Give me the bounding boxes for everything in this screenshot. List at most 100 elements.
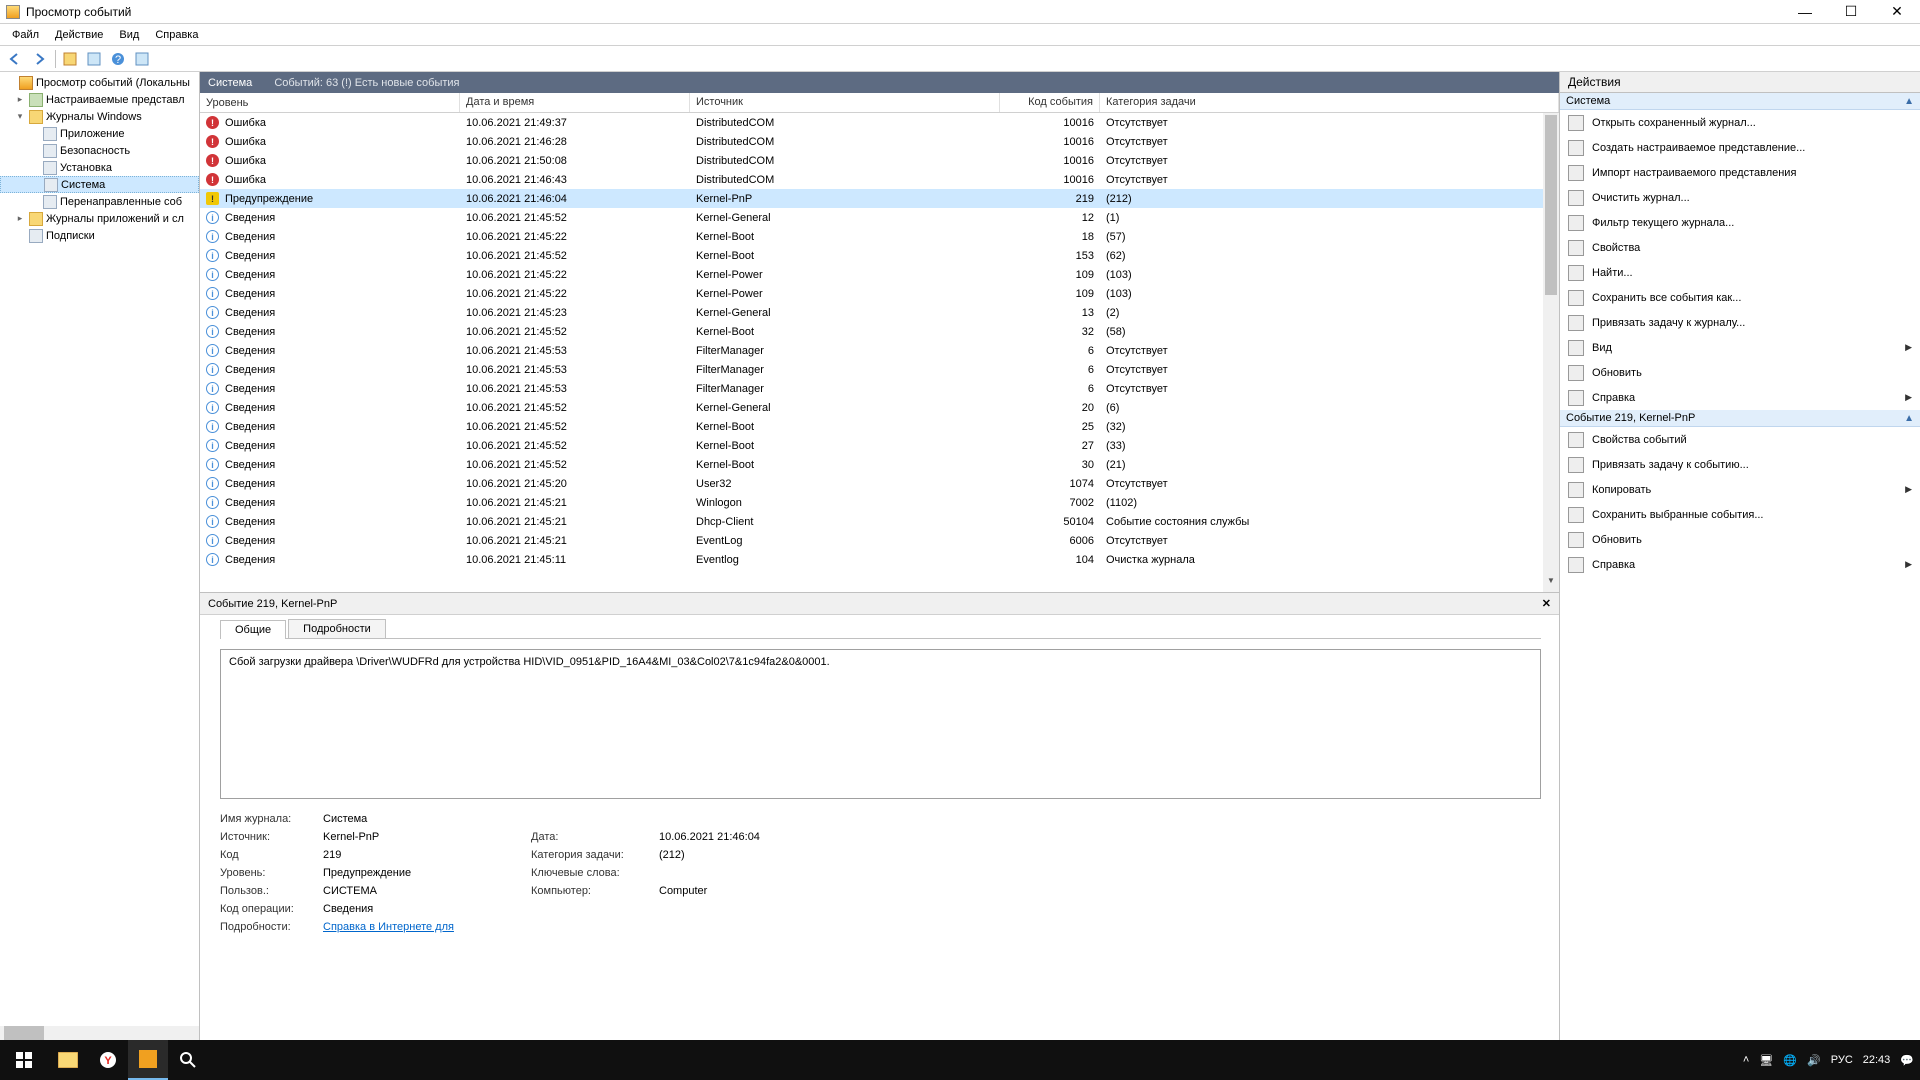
tray-chevron-icon[interactable]: ˄ <box>1743 1054 1749 1066</box>
event-row[interactable]: iСведения10.06.2021 21:45:52Kernel-Boot3… <box>200 322 1559 341</box>
log-icon <box>29 229 43 243</box>
detail-close-icon[interactable]: ✕ <box>1542 597 1551 610</box>
tab-general[interactable]: Общие <box>220 620 286 639</box>
action-item[interactable]: Фильтр текущего журнала... <box>1560 210 1920 235</box>
event-row[interactable]: iСведения10.06.2021 21:45:53FilterManage… <box>200 360 1559 379</box>
event-row[interactable]: iСведения10.06.2021 21:45:21EventLog6006… <box>200 531 1559 550</box>
menu-help[interactable]: Справка <box>147 27 206 43</box>
action-icon <box>1568 340 1584 356</box>
tray-lang[interactable]: РУС <box>1831 1054 1853 1066</box>
action-item[interactable]: Импорт настраиваемого представления <box>1560 160 1920 185</box>
tray-network-icon[interactable]: 🌐 <box>1783 1054 1797 1067</box>
start-button[interactable] <box>0 1040 48 1080</box>
tree-application[interactable]: Приложение <box>0 125 199 142</box>
event-row[interactable]: iСведения10.06.2021 21:45:11Eventlog104О… <box>200 550 1559 569</box>
action-item[interactable]: Привязать задачу к журналу... <box>1560 310 1920 335</box>
event-row[interactable]: iСведения10.06.2021 21:45:52Kernel-Boot1… <box>200 246 1559 265</box>
task-yandex-icon[interactable]: Y <box>88 1040 128 1080</box>
tree-root[interactable]: Просмотр событий (Локальны <box>0 74 199 91</box>
event-row[interactable]: iСведения10.06.2021 21:45:22Kernel-Power… <box>200 284 1559 303</box>
tray-monitor-icon[interactable]: 🖥 <box>1759 1054 1773 1067</box>
action-item[interactable]: Обновить <box>1560 527 1920 552</box>
event-row[interactable]: iСведения10.06.2021 21:45:22Kernel-Boot1… <box>200 227 1559 246</box>
event-row[interactable]: iСведения10.06.2021 21:45:52Kernel-Boot3… <box>200 455 1559 474</box>
log-icon <box>43 195 57 209</box>
tree-windows-logs[interactable]: ▾Журналы Windows <box>0 108 199 125</box>
tray-notifications-icon[interactable]: 💬 <box>1900 1054 1914 1067</box>
event-row[interactable]: iСведения10.06.2021 21:45:53FilterManage… <box>200 379 1559 398</box>
tb-show-tree-icon[interactable] <box>59 48 81 70</box>
back-button[interactable] <box>4 48 26 70</box>
event-row[interactable]: !Ошибка10.06.2021 21:46:43DistributedCOM… <box>200 170 1559 189</box>
tray-time[interactable]: 22:43 <box>1863 1054 1891 1066</box>
event-row[interactable]: !Ошибка10.06.2021 21:50:08DistributedCOM… <box>200 151 1559 170</box>
action-item[interactable]: Очистить журнал... <box>1560 185 1920 210</box>
action-item[interactable]: Обновить <box>1560 360 1920 385</box>
event-row[interactable]: iСведения10.06.2021 21:45:53FilterManage… <box>200 341 1559 360</box>
action-item[interactable]: Справка▶ <box>1560 552 1920 577</box>
event-v-scrollbar[interactable]: ▲▼ <box>1543 113 1559 592</box>
action-item[interactable]: Свойства событий <box>1560 427 1920 452</box>
menubar: Файл Действие Вид Справка <box>0 24 1920 46</box>
action-item[interactable]: Справка▶ <box>1560 385 1920 410</box>
tray-volume-icon[interactable]: 🔊 <box>1807 1054 1821 1067</box>
action-item[interactable]: Создать настраиваемое представление... <box>1560 135 1920 160</box>
col-level[interactable]: Уровень <box>200 93 460 112</box>
minimize-button[interactable]: — <box>1782 0 1828 24</box>
event-row[interactable]: !Ошибка10.06.2021 21:46:28DistributedCOM… <box>200 132 1559 151</box>
info-icon: i <box>206 363 219 376</box>
action-item[interactable]: Привязать задачу к событию... <box>1560 452 1920 477</box>
tb-panel2-icon[interactable] <box>131 48 153 70</box>
log-icon <box>43 127 57 141</box>
lbl-level: Уровень: <box>220 867 315 879</box>
maximize-button[interactable]: ☐ <box>1828 0 1874 24</box>
tree-setup[interactable]: Установка <box>0 159 199 176</box>
tree-security[interactable]: Безопасность <box>0 142 199 159</box>
event-row[interactable]: iСведения10.06.2021 21:45:22Kernel-Power… <box>200 265 1559 284</box>
tree-forwarded[interactable]: Перенаправленные соб <box>0 193 199 210</box>
action-item[interactable]: Вид▶ <box>1560 335 1920 360</box>
action-item[interactable]: Свойства <box>1560 235 1920 260</box>
event-row[interactable]: !Ошибка10.06.2021 21:49:37DistributedCOM… <box>200 113 1559 132</box>
action-item[interactable]: Сохранить все события как... <box>1560 285 1920 310</box>
menu-view[interactable]: Вид <box>111 27 147 43</box>
event-row[interactable]: iСведения10.06.2021 21:45:52Kernel-Gener… <box>200 208 1559 227</box>
tab-details[interactable]: Подробности <box>288 619 386 638</box>
detail-help-link[interactable]: Справка в Интернете для <box>323 921 523 933</box>
task-explorer-icon[interactable] <box>48 1040 88 1080</box>
event-row[interactable]: iСведения10.06.2021 21:45:52Kernel-Boot2… <box>200 436 1559 455</box>
collapse-icon[interactable]: ▲ <box>1904 96 1914 107</box>
lbl-code: Код <box>220 849 315 861</box>
event-row[interactable]: iСведения10.06.2021 21:45:20User321074От… <box>200 474 1559 493</box>
tb-help-icon[interactable]: ? <box>107 48 129 70</box>
collapse-icon[interactable]: ▲ <box>1904 413 1914 424</box>
close-button[interactable]: ✕ <box>1874 0 1920 24</box>
tree-custom-views[interactable]: ▸Настраиваемые представл <box>0 91 199 108</box>
info-icon: i <box>206 420 219 433</box>
action-item[interactable]: Открыть сохраненный журнал... <box>1560 110 1920 135</box>
menu-action[interactable]: Действие <box>47 27 111 43</box>
action-item[interactable]: Найти... <box>1560 260 1920 285</box>
event-row[interactable]: iСведения10.06.2021 21:45:21Dhcp-Client5… <box>200 512 1559 531</box>
menu-file[interactable]: Файл <box>4 27 47 43</box>
tree-system[interactable]: Система <box>0 176 199 193</box>
tree-h-scrollbar[interactable] <box>0 1026 199 1040</box>
forward-button[interactable] <box>28 48 50 70</box>
event-row[interactable]: !Предупреждение10.06.2021 21:46:04Kernel… <box>200 189 1559 208</box>
col-date[interactable]: Дата и время <box>460 93 690 112</box>
action-item[interactable]: Копировать▶ <box>1560 477 1920 502</box>
event-row[interactable]: iСведения10.06.2021 21:45:52Kernel-Gener… <box>200 398 1559 417</box>
event-row[interactable]: iСведения10.06.2021 21:45:21Winlogon7002… <box>200 493 1559 512</box>
tree-apps-services[interactable]: ▸Журналы приложений и сл <box>0 210 199 227</box>
col-source[interactable]: Источник <box>690 93 1000 112</box>
col-category[interactable]: Категория задачи <box>1100 93 1559 112</box>
event-row[interactable]: iСведения10.06.2021 21:45:23Kernel-Gener… <box>200 303 1559 322</box>
col-code[interactable]: Код события <box>1000 93 1100 112</box>
info-icon: i <box>206 496 219 509</box>
tb-panel1-icon[interactable] <box>83 48 105 70</box>
action-item[interactable]: Сохранить выбранные события... <box>1560 502 1920 527</box>
tree-subscriptions[interactable]: Подписки <box>0 227 199 244</box>
event-row[interactable]: iСведения10.06.2021 21:45:52Kernel-Boot2… <box>200 417 1559 436</box>
task-search-icon[interactable] <box>168 1040 208 1080</box>
task-eventviewer-icon[interactable] <box>128 1040 168 1080</box>
